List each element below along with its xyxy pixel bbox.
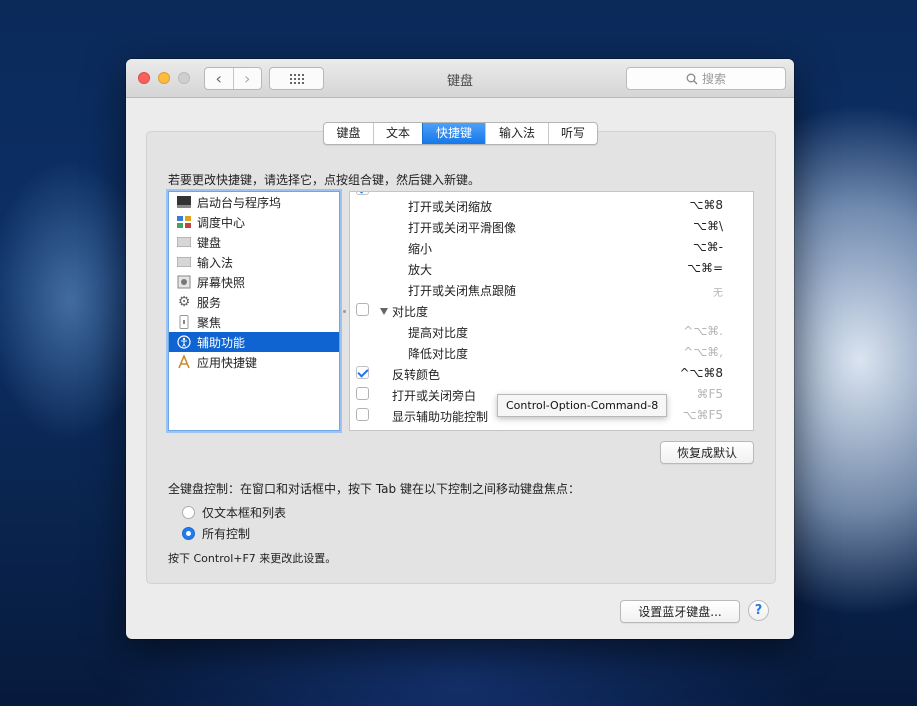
category-item-launchpad[interactable]: 启动台与程序坞 [169, 192, 339, 212]
shortcut-key: 无 [713, 288, 723, 299]
tab-dictation[interactable]: 听写 [548, 123, 597, 144]
category-item-services[interactable]: ⚙ 服务 [169, 292, 339, 312]
category-item-accessibility[interactable]: 辅助功能 [169, 332, 339, 352]
category-label: 输入法 [197, 255, 234, 270]
shortcut-row-increase-contrast[interactable]: 提高对比度 ^⌥⌘. [350, 321, 753, 342]
keyboard-preferences-window: ‹ › 键盘 搜索 键盘 文本 快捷键 输入法 听写 若要更改快捷键，请选择它，… [126, 59, 794, 639]
shortcut-row-zoom-out[interactable]: 缩小 ⌥⌘- [350, 237, 753, 258]
shortcut-row-contrast[interactable]: 对比度 [350, 300, 753, 321]
category-item-keyboard[interactable]: 键盘 [169, 232, 339, 252]
category-label: 启动台与程序坞 [197, 195, 282, 210]
setup-bluetooth-keyboard-button[interactable]: 设置蓝牙键盘... [620, 600, 740, 623]
shortcut-row-smooth-images[interactable]: 打开或关闭平滑图像 ⌥⌘\ [350, 216, 753, 237]
shortcut-label: 打开或关闭缩放 [408, 200, 493, 214]
title-bar: ‹ › 键盘 搜索 [126, 59, 794, 98]
group-label: 对比度 [380, 303, 428, 320]
checkbox[interactable] [356, 303, 369, 316]
shortcut-label: 反转颜色 [392, 368, 441, 382]
radio-text-boxes-only[interactable]: 仅文本框和列表 [182, 503, 286, 521]
shortcut-label: 打开或关闭旁白 [392, 389, 477, 403]
search-field[interactable]: 搜索 [626, 67, 786, 90]
search-icon [686, 73, 698, 84]
radio-button[interactable] [182, 526, 195, 540]
shortcut-key: ⌘F5 [696, 387, 723, 401]
help-button[interactable]: ? [748, 600, 769, 621]
disclosure-triangle-icon[interactable] [380, 308, 388, 315]
shortcut-label: 缩小 [408, 242, 433, 256]
gear-icon: ⚙ [177, 294, 191, 310]
shortcut-row-zoom-toggle[interactable]: 打开或关闭缩放 ⌥⌘8 [350, 195, 753, 216]
keyboard-icon [177, 235, 191, 249]
search-placeholder: 搜索 [701, 72, 726, 86]
radio-label: 仅文本框和列表 [202, 505, 287, 520]
shortcut-label: 提高对比度 [408, 326, 469, 340]
tab-text[interactable]: 文本 [373, 123, 422, 144]
tab-bar: 键盘 文本 快捷键 输入法 听写 [323, 122, 598, 145]
category-label: 屏幕快照 [197, 275, 246, 290]
tab-shortcuts[interactable]: 快捷键 [422, 123, 485, 144]
input-method-icon [177, 255, 191, 269]
spotlight-icon [177, 315, 191, 329]
radio-label: 所有控制 [202, 526, 251, 541]
category-label: 应用快捷键 [197, 355, 258, 370]
shortcut-tooltip: Control-Option-Command-8 [497, 394, 668, 417]
shortcut-key: ⌥⌘F5 [682, 408, 723, 422]
tab-keyboard[interactable]: 键盘 [324, 123, 373, 144]
accessibility-icon [177, 335, 191, 349]
shortcut-key: ⌥⌘= [687, 261, 723, 275]
category-list[interactable]: 启动台与程序坞 调度中心 键盘 输入法 屏幕快照 ⚙ 服务 聚焦 辅助功能 应用… [168, 191, 340, 431]
category-label: 辅助功能 [197, 335, 246, 350]
checkbox[interactable] [356, 366, 369, 379]
category-item-spotlight[interactable]: 聚焦 [169, 312, 339, 332]
category-label: 调度中心 [197, 215, 246, 230]
tab-input-sources[interactable]: 输入法 [485, 123, 548, 144]
radio-all-controls[interactable]: 所有控制 [182, 524, 250, 542]
shortcut-label: 打开或关闭平滑图像 [408, 221, 517, 235]
category-label: 服务 [197, 295, 222, 310]
shortcut-label: 打开或关闭焦点跟随 [408, 284, 517, 298]
full-keyboard-access-label: 全键盘控制：在窗口和对话框中，按下 Tab 键在以下控制之间移动键盘焦点： [168, 482, 580, 496]
launchpad-dock-icon [177, 195, 191, 209]
shortcut-row-invert-colors[interactable]: 反转颜色 ^⌥⌘8 [350, 363, 753, 384]
shortcut-key: ^⌥⌘8 [679, 366, 723, 380]
question-mark-icon: ? [754, 603, 763, 618]
shortcut-row-decrease-contrast[interactable]: 降低对比度 ^⌥⌘, [350, 342, 753, 363]
shortcut-row-focus-follows[interactable]: 打开或关闭焦点跟随 无 [350, 279, 753, 300]
shortcut-key: ^⌥⌘. [683, 324, 723, 338]
category-item-input-sources[interactable]: 输入法 [169, 252, 339, 272]
shortcut-label: 放大 [408, 263, 433, 277]
split-handle[interactable] [343, 310, 346, 313]
shortcut-key: ⌥⌘- [692, 240, 723, 254]
mission-control-icon [177, 215, 191, 229]
category-item-screenshots[interactable]: 屏幕快照 [169, 272, 339, 292]
shortcut-label: 降低对比度 [408, 347, 469, 361]
shortcut-key: ⌥⌘\ [693, 219, 723, 233]
category-item-mission-control[interactable]: 调度中心 [169, 212, 339, 232]
screenshot-icon [177, 275, 191, 289]
shortcut-label: 显示辅助功能控制 [392, 410, 489, 424]
checkbox[interactable] [356, 387, 369, 400]
restore-defaults-button[interactable]: 恢复成默认 [660, 441, 754, 464]
full-keyboard-hint: 按下 Control+F7 来更改此设置。 [168, 552, 337, 565]
radio-button[interactable] [182, 505, 195, 519]
instruction-text: 若要更改快捷键，请选择它，点按组合键，然后键入新键。 [168, 173, 481, 187]
shortcut-key: ^⌥⌘, [683, 345, 723, 359]
checkbox[interactable] [356, 408, 369, 421]
shortcut-key: ⌥⌘8 [689, 198, 723, 212]
category-label: 键盘 [197, 235, 222, 250]
category-item-app-shortcuts[interactable]: 应用快捷键 [169, 352, 339, 372]
category-label: 聚焦 [197, 315, 222, 330]
app-shortcuts-icon [177, 355, 191, 369]
shortcut-row-zoom-in[interactable]: 放大 ⌥⌘= [350, 258, 753, 279]
